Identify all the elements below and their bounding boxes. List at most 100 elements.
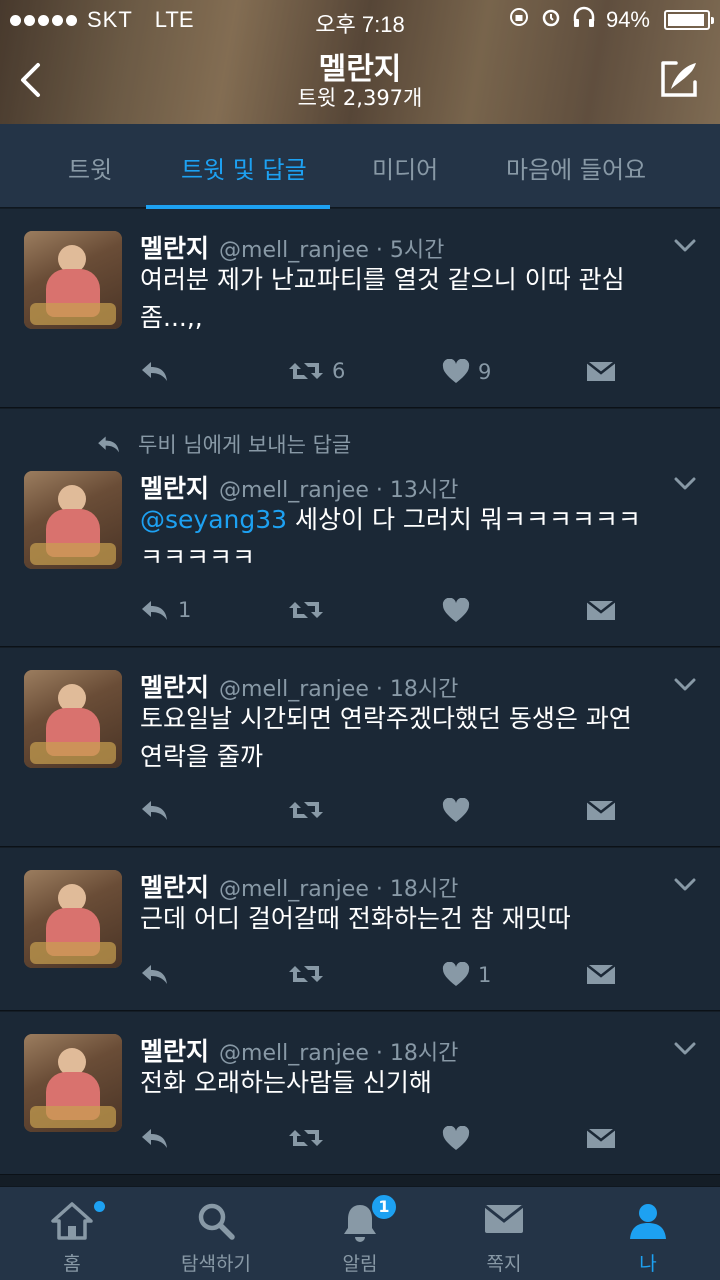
heart-icon: [442, 598, 470, 622]
direct-message-button[interactable]: [586, 598, 616, 622]
tweet-header: 멜란지 @mell_ranjee · 5시간: [140, 229, 444, 265]
direct-message-button[interactable]: [586, 798, 616, 822]
tab-messages[interactable]: 쪽지: [432, 1187, 576, 1280]
compose-quill-icon: [661, 61, 697, 97]
direct-message-button[interactable]: [586, 962, 616, 986]
tab-notifications[interactable]: 1 알림: [288, 1187, 432, 1280]
reply-icon: [142, 801, 167, 820]
tweet-actions: [140, 1126, 640, 1156]
like-button[interactable]: [442, 798, 478, 824]
retweet-button[interactable]: [288, 598, 332, 622]
rotation-lock-icon: [508, 6, 530, 34]
retweet-icon: [289, 363, 323, 379]
display-name[interactable]: 멜란지: [140, 469, 209, 505]
like-button[interactable]: 9: [442, 359, 491, 385]
like-button[interactable]: 1: [442, 962, 491, 988]
avatar[interactable]: [24, 670, 122, 768]
like-button[interactable]: [442, 598, 478, 624]
tweet-item[interactable]: 멜란지 @mell_ranjee · 18시간 전화 오래하는사람들 신기해: [0, 1012, 720, 1175]
tweet-text-part: 세상이 다 그러치 뭐ㅋㅋㅋㅋㅋㅋ: [287, 505, 641, 534]
reply-button[interactable]: 1: [140, 598, 191, 622]
tweet-text-line: 연락을 줄까: [140, 742, 263, 771]
tab-home[interactable]: 홈: [0, 1187, 144, 1280]
handle-and-time: @mell_ranjee · 5시간: [219, 238, 445, 263]
tweet-text-line: ㅋㅋㅋㅋㅋ: [140, 543, 256, 572]
tab-likes[interactable]: 마음에 들어요: [506, 150, 646, 185]
tab-me[interactable]: 나: [576, 1187, 720, 1280]
display-name[interactable]: 멜란지: [140, 868, 209, 904]
envelope-icon: [586, 800, 616, 820]
tweet-text-line: 전화 오래하는사람들 신기해: [140, 1068, 432, 1097]
tweet-text: 근데 어디 걸어갈때 전화하는건 참 재밋따: [140, 900, 700, 938]
profile-header: SKT LTE 오후 7:18 94% 멜란지 트윗 2,397개: [0, 0, 720, 124]
tab-tweets-and-replies[interactable]: 트윗 및 답글: [181, 150, 307, 185]
chevron-down-icon[interactable]: [674, 239, 696, 253]
tweet-header: 멜란지 @mell_ranjee · 18시간: [140, 868, 458, 904]
heart-icon: [442, 1126, 470, 1150]
tweet-count: 트윗 2,397개: [297, 86, 423, 110]
retweet-button[interactable]: [288, 798, 332, 822]
handle-and-time: @mell_ranjee · 18시간: [219, 877, 459, 902]
retweet-button[interactable]: 6: [288, 359, 345, 383]
tweet-text: 토요일날 시간되면 연락주겠다했던 동생은 과연 연락을 줄까: [140, 700, 700, 776]
retweet-button[interactable]: [288, 962, 332, 986]
bottom-tab-bar: 홈 탐색하기 1 알림 쪽지 나: [0, 1186, 720, 1280]
direct-message-button[interactable]: [586, 359, 616, 383]
tweet-item[interactable]: 멜란지 @mell_ranjee · 18시간 근데 어디 걸어갈때 전화하는건…: [0, 848, 720, 1011]
retweet-button[interactable]: [288, 1126, 332, 1150]
avatar[interactable]: [24, 1034, 122, 1132]
like-button[interactable]: [442, 1126, 478, 1152]
chevron-down-icon[interactable]: [674, 878, 696, 892]
tweet-item[interactable]: 멜란지 @mell_ranjee · 5시간 여러분 제가 난교파티를 열것 같…: [0, 209, 720, 408]
display-name[interactable]: 멜란지: [140, 668, 209, 704]
envelope-icon: [586, 361, 616, 381]
tweet-text: 전화 오래하는사람들 신기해: [140, 1064, 700, 1102]
reply-icon: [142, 601, 167, 620]
avatar[interactable]: [24, 471, 122, 569]
tab-tweets[interactable]: 트윗: [68, 150, 112, 185]
display-name[interactable]: 멜란지: [140, 1032, 209, 1068]
reply-button[interactable]: [140, 798, 178, 822]
tweet-text-line: 여러분 제가 난교파티를 열것 같으니 이따 관심: [140, 265, 625, 294]
chevron-down-icon[interactable]: [674, 477, 696, 491]
reply-context: 두비 님에게 보내는 답글: [96, 429, 351, 459]
tweet-text-line: 토요일날 시간되면 연락주겠다했던 동생은 과연: [140, 704, 632, 733]
tweet-actions: 6 9: [140, 359, 640, 389]
display-name[interactable]: 멜란지: [140, 229, 209, 265]
tweet-text: 여러분 제가 난교파티를 열것 같으니 이따 관심 좀...,,: [140, 261, 700, 337]
reply-button[interactable]: [140, 962, 178, 986]
retweet-icon: [289, 1130, 323, 1146]
compose-tweet-button[interactable]: [658, 58, 700, 100]
tweet-header: 멜란지 @mell_ranjee · 18시간: [140, 668, 458, 704]
retweet-icon: [289, 602, 323, 618]
tweet-header: 멜란지 @mell_ranjee · 13시간: [140, 469, 458, 505]
tweet-text-line: 근데 어디 걸어갈때 전화하는건 참 재밋따: [140, 904, 571, 933]
reply-icon: [142, 1129, 167, 1148]
reply-button[interactable]: [140, 1126, 178, 1150]
envelope-icon: [586, 964, 616, 984]
retweet-count: 6: [332, 359, 346, 383]
tweet-item[interactable]: 멜란지 @mell_ranjee · 18시간 토요일날 시간되면 연락주겠다했…: [0, 648, 720, 847]
tweet-item[interactable]: 두비 님에게 보내는 답글 멜란지 @mell_ranjee · 13시간 @s…: [0, 409, 720, 647]
avatar[interactable]: [24, 231, 122, 329]
avatar[interactable]: [24, 870, 122, 968]
tab-media[interactable]: 미디어: [372, 150, 438, 185]
reply-context-label: 두비 님에게 보내는 답글: [138, 433, 352, 457]
battery-percent: 94%: [605, 7, 650, 32]
tab-explore[interactable]: 탐색하기: [144, 1187, 288, 1280]
retweet-icon: [289, 802, 323, 818]
mention-link[interactable]: @seyang33: [140, 505, 287, 534]
chevron-down-icon[interactable]: [674, 678, 696, 692]
envelope-icon: [586, 600, 616, 620]
handle-and-time: @mell_ranjee · 13시간: [219, 478, 459, 503]
tweet-text-line: 좀...,,: [140, 303, 203, 332]
direct-message-button[interactable]: [586, 1126, 616, 1150]
handle-and-time: @mell_ranjee · 18시간: [219, 677, 459, 702]
status-bar: SKT LTE 오후 7:18 94%: [0, 0, 720, 40]
tweet-actions: 1: [140, 962, 640, 992]
reply-icon: [142, 965, 167, 984]
tweet-actions: [140, 798, 640, 828]
handle-and-time: @mell_ranjee · 18시간: [219, 1041, 459, 1066]
chevron-down-icon[interactable]: [674, 1042, 696, 1056]
reply-button[interactable]: [140, 359, 178, 383]
